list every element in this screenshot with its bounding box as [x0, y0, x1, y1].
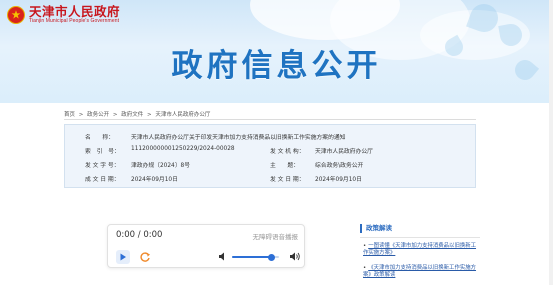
- name-label: 名 称：: [85, 135, 114, 141]
- policy-link-2-text[interactable]: 《天津市加力支持消费品以旧换新工作实施方案》政策解读: [363, 265, 476, 278]
- doc-number-value: 津政办规〔2024〕8号: [131, 163, 191, 169]
- created-date-label: 成 文 日 期：: [85, 177, 120, 183]
- divider: [360, 237, 480, 238]
- breadcrumb-government-documents[interactable]: 政府文件: [121, 112, 143, 118]
- bullet: •: [363, 265, 367, 271]
- breadcrumb-separator: >: [112, 112, 118, 118]
- name-value: 天津市人民政府办公厅关于印发天津市加力支持消费品以旧换新工作实施方案的通知: [131, 135, 346, 141]
- index-value: 111200000001250229/2024-00028: [131, 146, 235, 152]
- policy-link-1-text[interactable]: 一图读懂《天津市加力支持消费品以旧换新工作实施方案》: [363, 243, 476, 256]
- breadcrumb-separator: >: [78, 112, 84, 118]
- policy-interpretation-panel: 政策解读 • 一图读懂《天津市加力支持消费品以旧换新工作实施方案》 • 《天津市加力…: [360, 224, 480, 278]
- reload-button[interactable]: [138, 250, 152, 264]
- site-logo[interactable]: 天津市人民政府 Tianjin Municipal People's Gover…: [7, 5, 120, 24]
- policy-link-1[interactable]: • 一图读懂《天津市加力支持消费品以旧换新工作实施方案》: [363, 243, 479, 257]
- document-info-table: 名 称： 天津市人民政府办公厅关于印发天津市加力支持消费品以旧换新工作实施方案的…: [64, 124, 476, 188]
- breadcrumb-home[interactable]: 首页: [64, 112, 75, 118]
- breadcrumb-separator: >: [147, 112, 152, 118]
- audio-player: 0:00 / 0:00 无障碍语音播报: [107, 224, 305, 268]
- policy-interpretation-title: 政策解读: [360, 224, 480, 233]
- issuer-value: 天津市人民政府办公厅: [315, 149, 373, 155]
- divider: [64, 119, 476, 120]
- site-name: 天津市人民政府: [29, 4, 121, 19]
- banner-title: 政府信息公开: [171, 48, 382, 84]
- header-banner: 天津市人民政府 Tianjin Municipal People's Gover…: [0, 0, 553, 103]
- published-date-label: 发 文 日 期：: [270, 177, 305, 183]
- reload-icon: [140, 252, 150, 262]
- page-scrollbar[interactable]: [549, 0, 553, 285]
- volume-low-icon[interactable]: [219, 252, 227, 264]
- doc-number-label: 发 文 字 号：: [85, 163, 120, 169]
- play-button[interactable]: [116, 250, 130, 264]
- breadcrumb: 首页 > 政务公开 > 政府文件 > 天津市人民政府办公厅: [64, 110, 212, 118]
- logo-text: 天津市人民政府 Tianjin Municipal People's Gover…: [29, 5, 120, 24]
- volume-high-icon[interactable]: [290, 252, 301, 264]
- site-name-english: Tianjin Municipal People's Government: [29, 18, 120, 24]
- play-icon: [120, 253, 126, 261]
- topic-label: 主 题：: [270, 163, 299, 169]
- issuer-label: 发 文 机 构：: [270, 149, 305, 155]
- topic-value: 综合政务\政务公开: [315, 163, 364, 169]
- page: 天津市人民政府 Tianjin Municipal People's Gover…: [0, 0, 553, 285]
- bullet: •: [363, 243, 367, 249]
- policy-link-2[interactable]: • 《天津市加力支持消费品以旧换新工作实施方案》政策解读: [363, 265, 479, 279]
- breadcrumb-public-affairs[interactable]: 政务公开: [87, 112, 109, 118]
- index-label: 索 引 号：: [85, 149, 120, 155]
- national-emblem-icon: [7, 5, 25, 24]
- accessibility-voice-label[interactable]: 无障碍语音播报: [253, 231, 299, 241]
- published-date-value: 2024年09月10日: [315, 177, 362, 183]
- volume-slider[interactable]: [232, 253, 279, 261]
- volume-slider-fill: [232, 256, 272, 258]
- breadcrumb-general-office[interactable]: 天津市人民政府办公厅: [155, 112, 210, 118]
- created-date-value: 2024年09月10日: [131, 177, 178, 183]
- playback-time: 0:00 / 0:00: [116, 230, 163, 240]
- volume-slider-handle[interactable]: [268, 253, 276, 261]
